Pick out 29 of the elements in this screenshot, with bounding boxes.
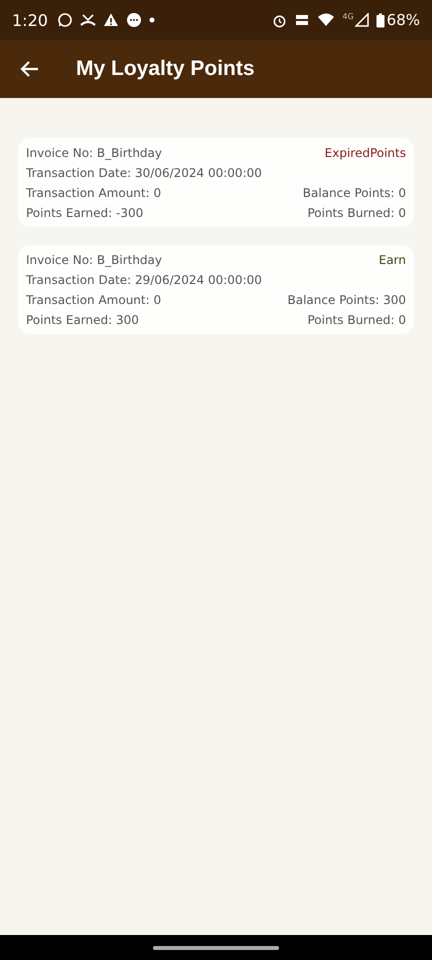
clock: 1:20 bbox=[12, 10, 48, 30]
back-arrow-icon[interactable] bbox=[20, 59, 40, 79]
network-label: 4G bbox=[342, 12, 354, 21]
points-earned: Points Earned: -300 bbox=[26, 206, 144, 220]
chat-icon bbox=[56, 12, 73, 28]
transaction-amount: Transaction Amount: 0 bbox=[26, 186, 162, 200]
points-earned: Points Earned: 300 bbox=[26, 313, 139, 327]
dot-icon bbox=[148, 17, 155, 23]
battery-level: 68% bbox=[386, 11, 420, 29]
transaction-type: ExpiredPoints bbox=[324, 146, 406, 160]
points-burned: Points Burned: 0 bbox=[307, 206, 406, 220]
points-burned: Points Burned: 0 bbox=[307, 313, 406, 327]
warning-icon bbox=[102, 12, 119, 28]
page-title: My Loyalty Points bbox=[76, 57, 255, 81]
transaction-date: Transaction Date: 29/06/2024 00:00:00 bbox=[26, 273, 262, 287]
signal-icon bbox=[354, 13, 369, 27]
battery-icon bbox=[376, 12, 385, 28]
wifi-icon bbox=[317, 13, 336, 27]
transaction-date: Transaction Date: 30/06/2024 00:00:00 bbox=[26, 166, 262, 180]
balance-points: Balance Points: 300 bbox=[288, 293, 406, 307]
message-icon bbox=[126, 12, 142, 28]
missed-call-icon bbox=[80, 12, 96, 28]
transaction-amount: Transaction Amount: 0 bbox=[26, 293, 162, 307]
alarm-icon bbox=[272, 12, 288, 28]
invoice-number: Invoice No: B_Birthday bbox=[26, 146, 162, 160]
invoice-number: Invoice No: B_Birthday bbox=[26, 253, 162, 267]
transaction-type: Earn bbox=[378, 253, 406, 267]
home-handle[interactable] bbox=[153, 946, 279, 950]
balance-points: Balance Points: 0 bbox=[302, 186, 406, 200]
